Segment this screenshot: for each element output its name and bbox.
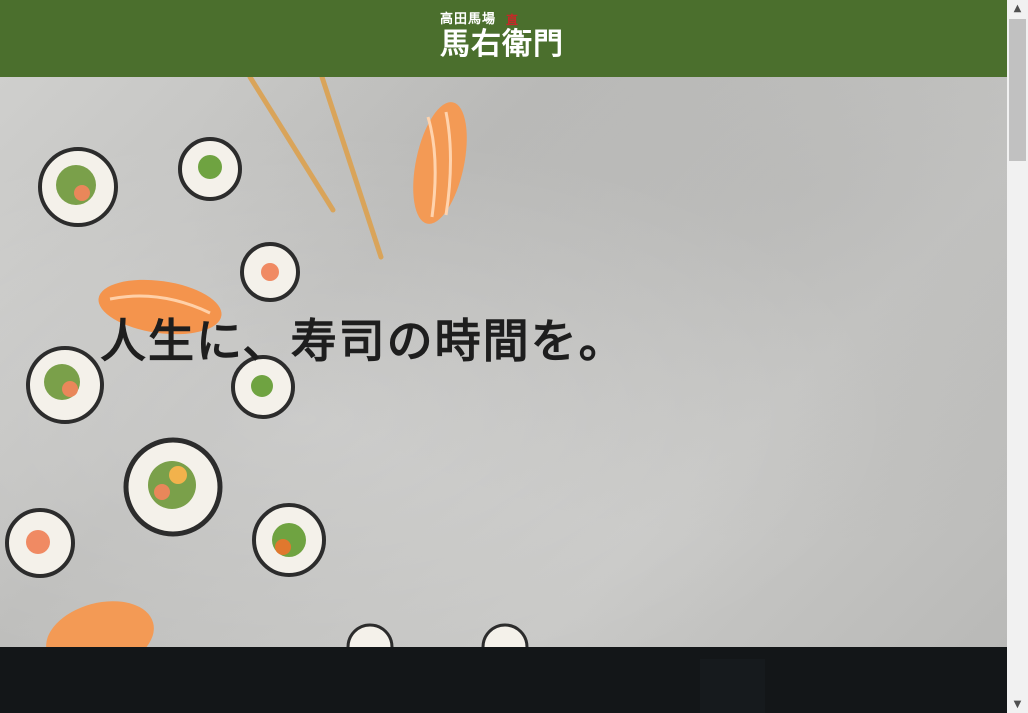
maki-roll	[346, 623, 394, 647]
site-header: 高田馬場 直 馬右衛門	[0, 0, 1007, 77]
page-viewport: 高田馬場 直 馬右衛門 人生に、寿司の時間を。	[0, 0, 1007, 713]
logo-seal-mark: 直	[506, 13, 519, 27]
logo-subtitle: 高田馬場	[440, 12, 497, 27]
scrollbar-thumb[interactable]	[1009, 19, 1026, 161]
chopstick-left	[247, 77, 336, 213]
maki-roll	[123, 437, 223, 537]
dark-panel	[700, 659, 765, 713]
hero-tagline: 人生に、寿司の時間を。	[100, 313, 627, 368]
vertical-scrollbar[interactable]: ▲ ▼	[1007, 0, 1028, 713]
maki-roll	[178, 137, 242, 201]
salmon-nigiri-top	[413, 102, 467, 224]
maki-roll	[26, 346, 104, 424]
maki-roll	[240, 242, 300, 302]
chopstick-right	[319, 77, 384, 260]
maki-roll	[481, 623, 529, 647]
maki-roll	[5, 508, 75, 578]
triangle-down-icon[interactable]: ▼	[1007, 696, 1028, 713]
salmon-nigiri-bottom	[46, 601, 154, 647]
site-logo[interactable]: 高田馬場 直 馬右衛門	[440, 12, 570, 64]
triangle-up-icon[interactable]: ▲	[1007, 0, 1028, 17]
maki-roll	[252, 503, 326, 577]
dark-section	[0, 647, 1007, 713]
hero-section: 人生に、寿司の時間を。	[0, 77, 1007, 647]
logo-title: 馬右衛門	[440, 27, 564, 62]
maki-roll	[38, 147, 118, 227]
